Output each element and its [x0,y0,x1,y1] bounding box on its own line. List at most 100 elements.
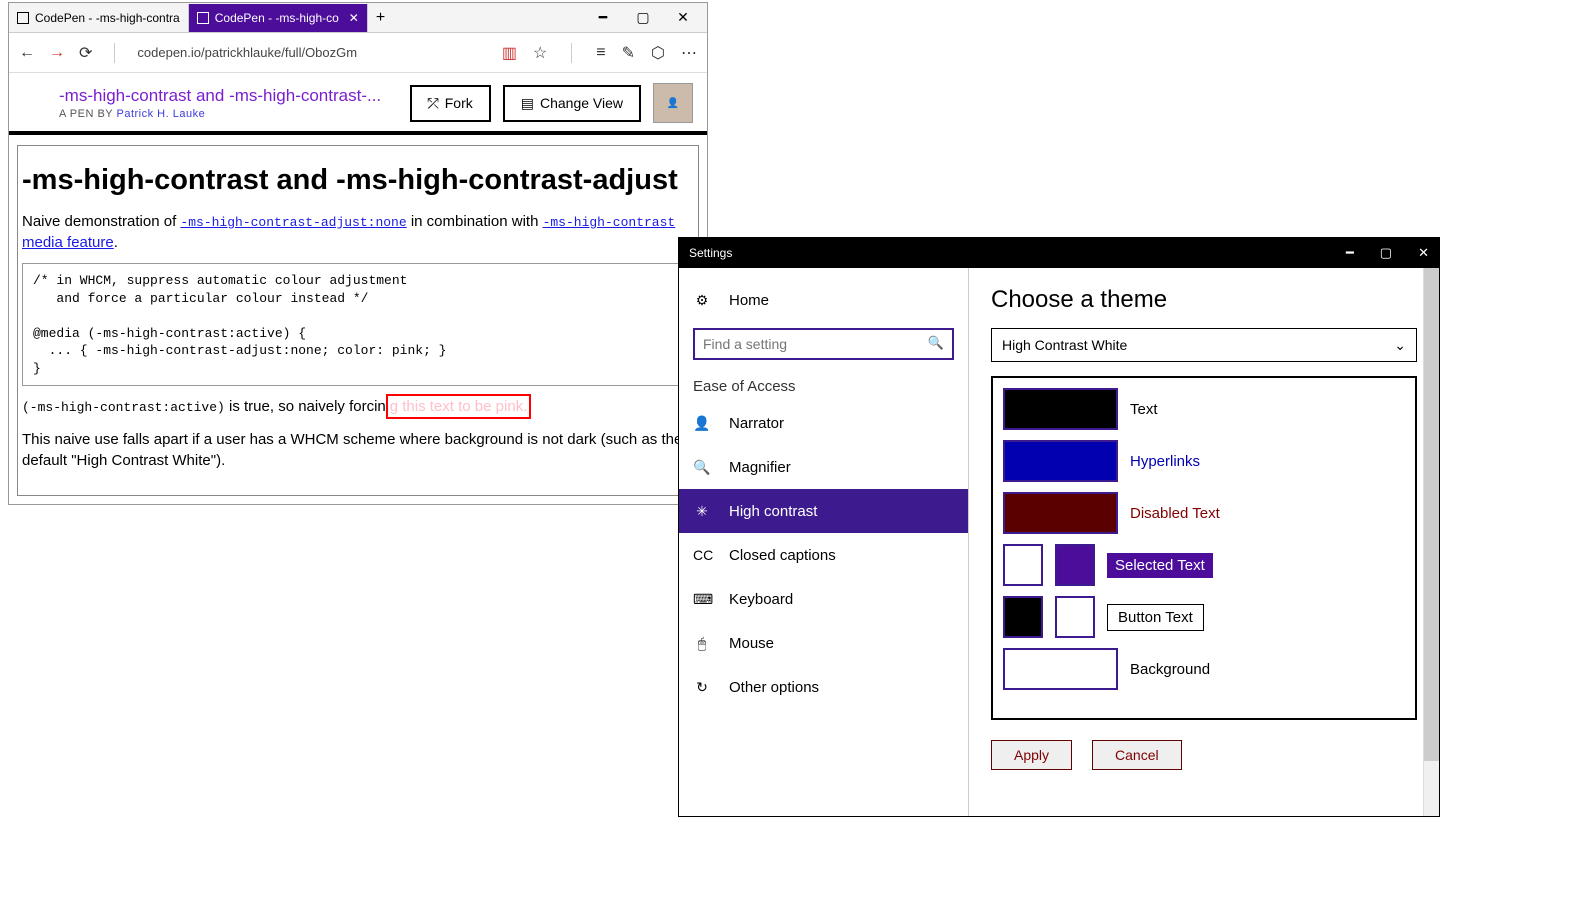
swatch-button-bg[interactable] [1055,596,1095,638]
settings-titlebar: Settings ━ ▢ ✕ [679,238,1439,268]
pink-text: g this text to be pink. [390,398,528,415]
explanation: This naive use falls apart if a user has… [22,429,694,471]
url-text[interactable]: codepen.io/patrickhlauke/full/ObozGm [137,45,357,60]
reading-icon[interactable]: ▥ [502,43,517,63]
window-controls: ━ ▢ ✕ [595,9,707,26]
settings-body: ⚙ Home 🔍 Ease of Access 👤Narrator 🔍Magni… [679,268,1439,816]
link-adjust[interactable]: -ms-high-contrast-adjust:none [180,215,406,230]
page-icon [17,12,29,24]
fork-icon: ⤱ [428,95,439,112]
swatch-row-button-text: Button Text [1003,596,1405,638]
page-content: -ms-high-contrast and -ms-high-contrast-… [17,145,699,496]
minimize-button[interactable]: ━ [595,9,611,26]
tab-title: CodePen - -ms-high-contra [35,11,180,25]
author-link[interactable]: Patrick H. Lauke [117,108,206,120]
swatch-row-selected-text: Selected Text [1003,544,1405,586]
minimize-button[interactable]: ━ [1346,245,1354,261]
search-input[interactable] [693,328,954,360]
code-block: /* in WHCM, suppress automatic colour ad… [22,263,694,386]
swatch-row-disabled: Disabled Text [1003,492,1405,534]
scrollbar[interactable] [1423,268,1439,816]
swatch-background[interactable] [1003,648,1118,690]
search-wrap: 🔍 [693,328,954,360]
search-icon: 🔍 [928,335,944,351]
nav-narrator[interactable]: 👤Narrator [679,401,968,445]
tab-inactive[interactable]: CodePen - -ms-high-contra [9,4,189,32]
swatch-label: Button Text [1107,604,1204,631]
nav-high-contrast[interactable]: ✳High contrast [679,489,968,533]
theme-select[interactable]: High Contrast White ⌄ [991,328,1417,362]
theme-heading: Choose a theme [991,286,1417,314]
mouse-icon: 🖱 [693,635,711,652]
favorite-icon[interactable]: ☆ [533,43,547,63]
nav-closed-captions[interactable]: CCClosed captions [679,533,968,577]
toolbar-right: ▥ ☆ ≡ ✎ ⬡ ⋯ [502,43,697,63]
swatch-panel: Text Hyperlinks Disabled Text Selected T… [991,376,1417,720]
notes-icon[interactable]: ✎ [622,43,635,63]
change-view-button[interactable]: ▤ Change View [503,85,641,122]
cancel-button[interactable]: Cancel [1092,740,1182,770]
settings-title: Settings [689,246,732,260]
pen-title-block: -ms-high-contrast and -ms-high-contrast-… [59,86,381,120]
pen-title: -ms-high-contrast and -ms-high-contrast-… [59,86,381,106]
separator [114,43,115,63]
narrator-icon: 👤 [693,415,711,432]
swatch-selected-bg[interactable] [1055,544,1095,586]
refresh-icon[interactable]: ⟳ [79,43,92,63]
page-icon [197,12,209,24]
address-bar: ← → ⟳ codepen.io/patrickhlauke/full/Oboz… [9,33,707,73]
page-heading: -ms-high-contrast and -ms-high-contrast-… [22,164,694,197]
swatch-button-fg[interactable] [1003,596,1043,638]
maximize-button[interactable]: ▢ [635,9,651,26]
swatch-hyperlinks[interactable] [1003,440,1118,482]
nav-mouse[interactable]: 🖱Mouse [679,621,968,665]
cc-icon: CC [693,547,711,563]
nav-home[interactable]: ⚙ Home [679,278,968,322]
more-icon[interactable]: ⋯ [681,43,697,63]
swatch-label: Disabled Text [1130,505,1220,522]
theme-buttons: Apply Cancel [991,740,1417,770]
pen-actions: ⤱ Fork ▤ Change View 👤 [410,83,693,123]
separator [571,43,572,63]
tab-active[interactable]: CodePen - -ms-high-co ✕ [189,4,368,32]
contrast-icon: ✳ [693,503,711,520]
theme-selected-label: High Contrast White [1002,337,1127,353]
nav-keyboard[interactable]: ⌨Keyboard [679,577,968,621]
keyboard-icon: ⌨ [693,591,711,608]
forward-icon[interactable]: → [49,44,65,62]
swatch-label: Selected Text [1107,553,1213,578]
fork-button[interactable]: ⤱ Fork [410,85,491,122]
codepen-header: -ms-high-contrast and -ms-high-contrast-… [9,73,707,135]
avatar[interactable]: 👤 [653,83,693,123]
close-button[interactable]: ✕ [675,9,691,26]
hub-icon[interactable]: ≡ [596,44,605,62]
close-icon[interactable]: ✕ [349,11,359,25]
settings-window: Settings ━ ▢ ✕ ⚙ Home 🔍 Ease of Access 👤… [678,237,1440,817]
scrollbar-thumb[interactable] [1424,268,1439,761]
maximize-button[interactable]: ▢ [1380,245,1392,261]
nav-other[interactable]: ↻Other options [679,665,968,709]
nav-section-label: Ease of Access [679,368,968,401]
tab-bar: CodePen - -ms-high-contra CodePen - -ms-… [9,3,707,33]
settings-main: Choose a theme High Contrast White ⌄ Tex… [969,268,1439,816]
other-icon: ↻ [693,679,711,696]
pen-byline: A PEN BY Patrick H. Lauke [59,108,381,120]
new-tab-button[interactable]: + [368,9,393,27]
window-controls: ━ ▢ ✕ [1346,245,1429,261]
intro-paragraph: Naive demonstration of -ms-high-contrast… [22,211,694,253]
swatch-disabled[interactable] [1003,492,1118,534]
swatch-row-text: Text [1003,388,1405,430]
apply-button[interactable]: Apply [991,740,1072,770]
swatch-text[interactable] [1003,388,1118,430]
swatch-selected-fg[interactable] [1003,544,1043,586]
chevron-down-icon: ⌄ [1394,337,1406,354]
tab-title: CodePen - -ms-high-co [215,11,339,25]
swatch-label: Text [1130,401,1158,418]
settings-nav: ⚙ Home 🔍 Ease of Access 👤Narrator 🔍Magni… [679,268,969,816]
nav-magnifier[interactable]: 🔍Magnifier [679,445,968,489]
back-icon[interactable]: ← [19,44,35,62]
close-button[interactable]: ✕ [1418,245,1429,261]
gear-icon: ⚙ [693,292,711,309]
swatch-label: Background [1130,661,1210,678]
share-icon[interactable]: ⬡ [651,43,665,63]
